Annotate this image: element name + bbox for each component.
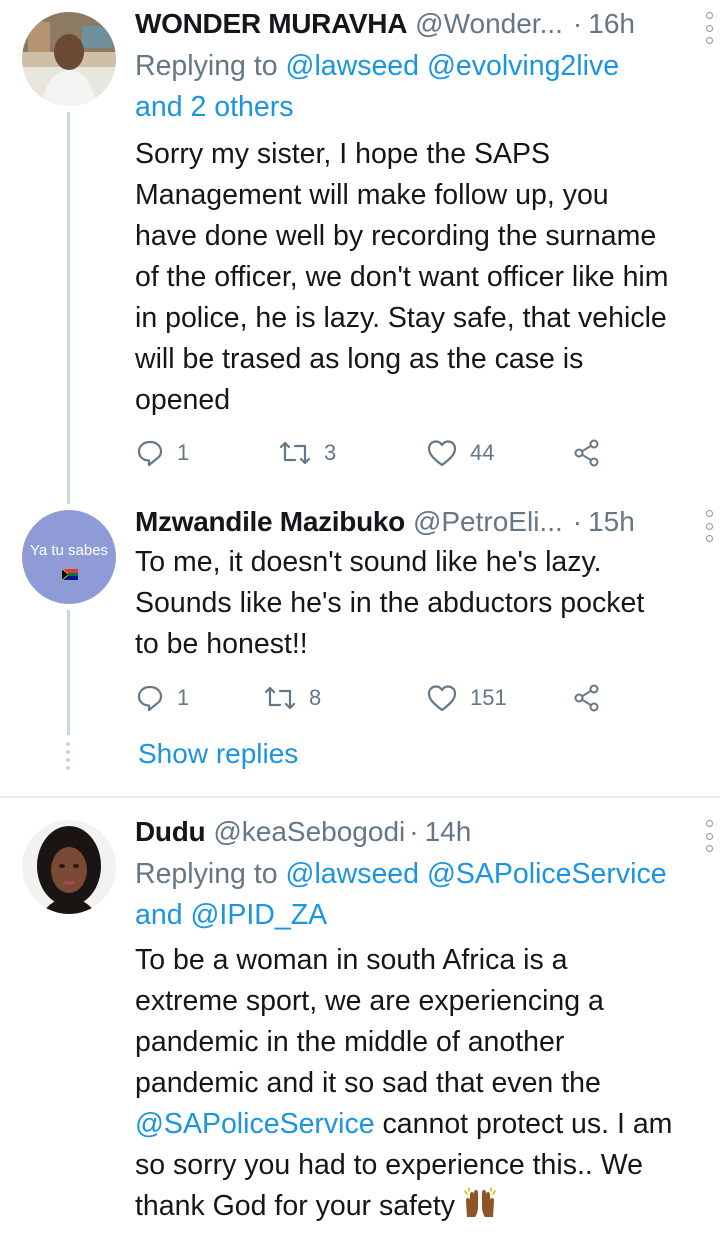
mention-link[interactable]: @SAPoliceService <box>427 858 667 890</box>
avatar[interactable] <box>22 12 116 106</box>
tweet[interactable]: Ya tu sabes Mzwandile Mazibuko @PetroEli… <box>0 500 720 730</box>
reply-icon <box>137 440 163 467</box>
retweet-count: 3 <box>324 440 337 465</box>
timestamp[interactable]: 14h <box>425 816 472 848</box>
mention-link[interactable]: @lawseed <box>286 50 420 82</box>
replying-prefix: Replying to <box>135 50 278 82</box>
like-icon <box>427 440 457 467</box>
separator: · <box>572 8 583 39</box>
tweet-header: Dudu @keaSebogodi · 14h <box>135 812 700 852</box>
text-line: pandemic in the middle of another <box>135 1026 565 1058</box>
text-line: will be trased as long as the case is <box>135 343 584 375</box>
mention-link[interactable]: @SAPoliceService <box>135 1108 375 1140</box>
raised-hands-emoji <box>463 1187 497 1231</box>
others-link[interactable]: and 2 others <box>135 91 293 123</box>
text-line: opened <box>135 384 231 416</box>
more-options-icon[interactable] <box>702 510 716 542</box>
action-bar: 1 8 151 <box>135 678 615 718</box>
text-line: so sorry you had to experience this.. We <box>135 1149 643 1181</box>
reply-count: 1 <box>177 685 190 710</box>
user-handle[interactable]: @Wonder... <box>415 8 563 40</box>
tweet[interactable]: WONDER MURAVHA @Wonder... · 16h Replying… <box>0 0 720 490</box>
share-icon <box>574 439 599 467</box>
user-handle[interactable]: @keaSebogodi <box>213 816 405 848</box>
tweet-text: To be a woman in south Africa is a extre… <box>135 940 700 1231</box>
thread-more-dots <box>66 742 71 770</box>
text-line: Management will make follow up, you <box>135 179 609 211</box>
tweet-header: WONDER MURAVHA @Wonder... · 16h <box>135 4 700 44</box>
avatar[interactable]: Ya tu sabes <box>22 510 116 604</box>
share-button[interactable] <box>572 433 602 473</box>
separator: · <box>572 506 583 537</box>
avatar[interactable] <box>22 820 116 914</box>
like-icon <box>427 685 457 712</box>
action-bar: 1 3 44 <box>135 433 615 473</box>
text-line: Sounds like he's in the abductors pocket <box>135 587 645 619</box>
text-line: @SAPoliceService cannot protect us. I am <box>135 1104 700 1145</box>
display-name[interactable]: Dudu <box>135 816 206 848</box>
replying-prefix: Replying to <box>135 858 278 890</box>
mention-link[interactable]: @IPID_ZA <box>190 899 327 931</box>
more-options-icon[interactable] <box>702 820 716 852</box>
reply-icon <box>137 685 163 712</box>
separator: · <box>409 816 419 847</box>
text-line: To me, it doesn't sound like he's lazy. <box>135 546 602 578</box>
tweet-header: Mzwandile Mazibuko @PetroEli... · 15h <box>135 502 700 542</box>
display-name[interactable]: Mzwandile Mazibuko <box>135 506 405 538</box>
mention-link[interactable]: @lawseed <box>286 858 420 890</box>
share-icon <box>574 684 599 712</box>
share-button[interactable] <box>572 678 602 718</box>
like-button[interactable]: 151 <box>426 678 507 718</box>
replying-to: Replying to @lawseed @evolving2live and … <box>135 46 700 128</box>
text-line: extreme sport, we are experiencing a <box>135 985 604 1017</box>
retweet-button[interactable]: 8 <box>263 678 321 718</box>
flag-icon <box>61 567 78 581</box>
text-line: pandemic and it so sad that even the <box>135 1067 601 1099</box>
show-replies-link[interactable]: Show replies <box>138 738 298 770</box>
timestamp[interactable]: 15h <box>588 506 635 538</box>
text-line: to be honest!! <box>135 628 308 660</box>
tweet[interactable]: Dudu @keaSebogodi · 14h Replying to @law… <box>0 810 720 1239</box>
retweet-count: 8 <box>309 685 322 710</box>
replying-and: and <box>135 899 183 931</box>
reply-count: 1 <box>177 440 190 465</box>
text-segment: cannot protect us. I am <box>374 1108 673 1140</box>
mention-link[interactable]: @evolving2live <box>427 50 619 82</box>
display-name[interactable]: WONDER MURAVHA <box>135 8 407 40</box>
user-handle[interactable]: @PetroEli... <box>413 506 563 538</box>
reply-button[interactable]: 1 <box>135 678 189 718</box>
divider <box>0 796 720 798</box>
tweet-text: Sorry my sister, I hope the SAPS Managem… <box>135 134 700 421</box>
text-line: thank God for your safety <box>135 1186 700 1231</box>
retweet-icon <box>279 441 311 465</box>
retweet-icon <box>264 686 296 710</box>
text-line: Sorry my sister, I hope the SAPS <box>135 138 551 170</box>
avatar-text: Ya tu sabes <box>29 542 109 559</box>
tweet-text: To me, it doesn't sound like he's lazy. … <box>135 542 700 665</box>
more-options-icon[interactable] <box>702 12 716 44</box>
timestamp[interactable]: 16h <box>588 8 635 40</box>
reply-button[interactable]: 1 <box>135 433 189 473</box>
like-button[interactable]: 44 <box>426 433 494 473</box>
text-line: have done well by recording the surname <box>135 220 657 252</box>
retweet-button[interactable]: 3 <box>278 433 336 473</box>
text-line: To be a woman in south Africa is a <box>135 944 568 976</box>
text-line: of the officer, we don't want officer li… <box>135 261 669 293</box>
text-line: in police, he is lazy. Stay safe, that v… <box>135 302 667 334</box>
like-count: 44 <box>470 440 495 465</box>
text-segment: thank God for your safety <box>135 1190 463 1222</box>
replying-to: Replying to @lawseed @SAPoliceService an… <box>135 854 700 936</box>
like-count: 151 <box>470 685 507 710</box>
